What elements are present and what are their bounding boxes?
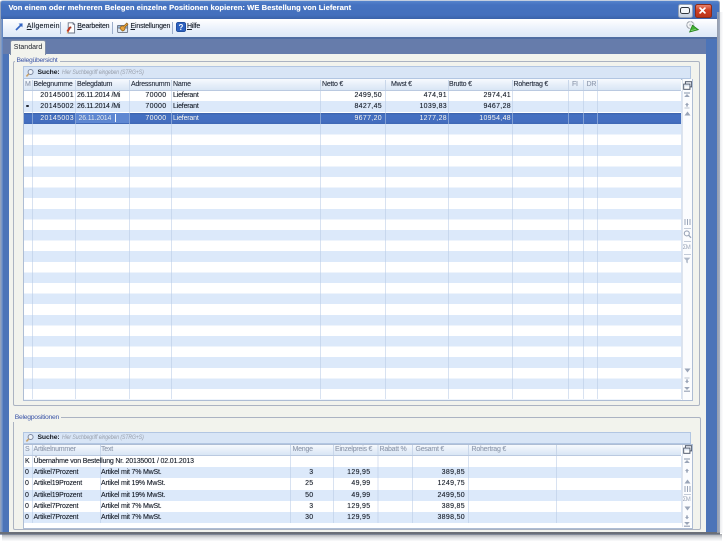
svg-text:?: ?: [179, 23, 184, 32]
